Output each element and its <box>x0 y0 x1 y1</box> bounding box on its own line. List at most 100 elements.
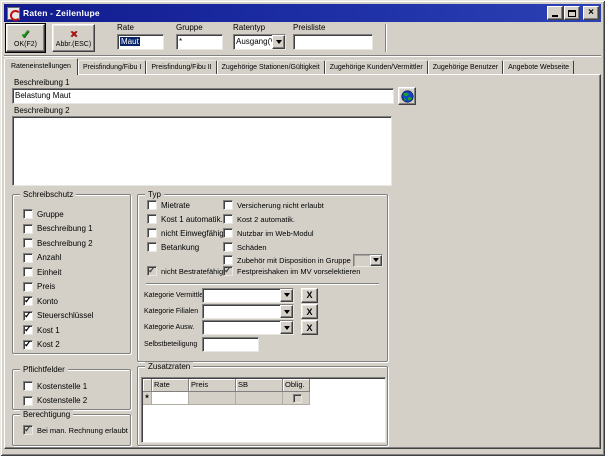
selbstbeteiligung-row: Selbstbeteiligung <box>144 336 382 353</box>
checkbox-row-zubehoer[interactable]: Zubehör mit Disposition in Gruppe <box>223 254 383 266</box>
checkbox-row-schaeden[interactable]: Schäden <box>223 240 383 254</box>
web-modul-checkbox[interactable] <box>223 228 233 238</box>
checkbox-row-konto[interactable]: Konto <box>23 294 130 309</box>
close-button[interactable]: × <box>583 6 599 20</box>
grid-cell-rate[interactable] <box>152 392 189 405</box>
versicherung-checkbox[interactable] <box>223 200 233 210</box>
checkbox-row-web-modul[interactable]: Nutzbar im Web-Modul <box>223 226 383 240</box>
checkbox-row-gruppe[interactable]: Gruppe <box>23 207 130 222</box>
beschreibung1-input[interactable]: Belastung Maut <box>12 88 394 104</box>
beschreibung2-checkbox[interactable] <box>23 238 33 248</box>
ratentyp-dropdown-button[interactable] <box>272 35 285 49</box>
chevron-down-icon <box>373 258 379 265</box>
checkbox-row-versicherung[interactable]: Versicherung nicht erlaubt <box>223 198 383 212</box>
checkbox-row-kost2[interactable]: Kost 2 <box>23 338 130 353</box>
zusatzraten-grid: Rate Preis SB Oblig. * <box>143 379 310 405</box>
checkbox-row-kostenstelle2[interactable]: Kostenstelle 2 <box>23 394 130 409</box>
grid-header-oblig: Oblig. <box>283 379 310 392</box>
checkbox-row-kost1-automatik[interactable]: Kost 1 automatik. <box>147 212 224 226</box>
tab-preisfindung-fibu-2[interactable]: Preisfindung/Fibu II <box>146 60 216 74</box>
tab-preisfindung-fibu-1[interactable]: Preisfindung/Fibu I <box>78 60 146 74</box>
kost1-checkbox[interactable] <box>23 325 33 335</box>
rate-input[interactable]: Maut <box>117 34 164 50</box>
globe-button[interactable] <box>398 87 416 105</box>
kategorie-vermittler-dropdown-button[interactable] <box>280 289 293 302</box>
cancel-button[interactable]: × Abbr.(ESC) <box>52 24 95 52</box>
checkbox-row-anzahl[interactable]: Anzahl <box>23 251 130 266</box>
kategorie-filialen-select[interactable] <box>202 304 294 319</box>
checkbox-row-mietrate[interactable]: Mietrate <box>147 198 224 212</box>
kategorie-ausw-label: Kategorie Ausw. <box>144 324 202 331</box>
checkbox-row-einheit[interactable]: Einheit <box>23 265 130 280</box>
typ-divider <box>146 283 379 285</box>
kategorie-filialen-dropdown-button[interactable] <box>280 305 293 318</box>
kostenstelle1-checkbox[interactable] <box>23 381 33 391</box>
checkbox-row-kost1[interactable]: Kost 1 <box>23 323 130 338</box>
kategorie-vermittler-clear-button[interactable]: X <box>301 288 318 303</box>
einheit-checkbox[interactable] <box>23 267 33 277</box>
checkbox-row-nicht-bestratefaehig[interactable]: nicht Bestratefähig <box>147 264 224 278</box>
kategorie-ausw-select[interactable] <box>202 320 294 335</box>
kategorie-vermittler-label: Kategorie Vermittler <box>144 292 202 299</box>
kost2-automatik-checkbox[interactable] <box>223 214 233 224</box>
zubehoer-checkbox[interactable] <box>223 255 233 265</box>
konto-checkbox[interactable] <box>23 296 33 306</box>
kost2-checkbox[interactable] <box>23 340 33 350</box>
checkbox-row-beschreibung1[interactable]: Beschreibung 1 <box>23 222 130 237</box>
schaeden-checkbox[interactable] <box>223 242 233 252</box>
checkbox-row-nicht-einwegfaehig[interactable]: nicht Einwegfähig <box>147 226 224 240</box>
tab-zugehoerige-kunden[interactable]: Zugehörige Kunden/Vermittler <box>325 60 428 74</box>
preis-checkbox[interactable] <box>23 282 33 292</box>
checkbox-row-kostenstelle1[interactable]: Kostenstelle 1 <box>23 379 130 394</box>
gruppe-input[interactable]: * <box>176 34 223 50</box>
selbstbeteiligung-input[interactable] <box>202 337 259 352</box>
kategorie-filialen-clear-button[interactable]: X <box>301 304 318 319</box>
checkbox-row-preis[interactable]: Preis <box>23 280 130 295</box>
maximize-button[interactable] <box>564 6 580 20</box>
ratentyp-field-label: Ratentyp <box>233 23 265 32</box>
ok-button[interactable]: ✓ OK(F2) <box>6 24 45 52</box>
ratentyp-select[interactable]: Ausgang(Ver <box>233 34 286 50</box>
kategorie-ausw-row: Kategorie Ausw. X <box>144 320 382 336</box>
zubehoer-gruppe-select[interactable] <box>353 254 383 267</box>
nicht-einwegfaehig-checkbox[interactable] <box>147 228 157 238</box>
checkbox-row-man-rechnung[interactable]: Bei man. Rechnung erlaubt <box>23 423 130 438</box>
app-icon[interactable] <box>7 7 20 20</box>
tab-zugehoerige-benutzer[interactable]: Zugehörige Benutzer <box>428 60 503 74</box>
beschreibung2-textarea[interactable] <box>12 116 392 186</box>
grid-cell-oblig[interactable] <box>283 392 310 405</box>
checkbox-row-beschreibung2[interactable]: Beschreibung 2 <box>23 236 130 251</box>
grid-cell-preis[interactable] <box>189 392 236 405</box>
tab-rateneinstellungen[interactable]: Rateneinstellungen <box>4 58 78 75</box>
kategorie-ausw-dropdown-button[interactable] <box>280 321 293 334</box>
tab-angebote-webseite[interactable]: Angebote Webseite <box>503 60 574 74</box>
checkbox-row-festpreishaken[interactable]: Festpreishaken im MV vorselektieren <box>223 264 383 278</box>
betankung-checkbox[interactable] <box>147 242 157 252</box>
mietrate-checkbox[interactable] <box>147 200 157 210</box>
tab-zugehoerige-stationen[interactable]: Zugehörige Stationen/Gültigkeit <box>217 60 325 74</box>
kost1-automatik-checkbox[interactable] <box>147 214 157 224</box>
berechtigung-groupbox: Berechtigung Bei man. Rechnung erlaubt <box>12 414 131 446</box>
beschreibung2-label: Beschreibung 2 <box>14 106 70 115</box>
close-icon: × <box>588 8 594 18</box>
gruppe-checkbox[interactable] <box>23 209 33 219</box>
kategorie-vermittler-select[interactable] <box>202 288 294 303</box>
title-bar[interactable]: Raten - Zeilenlupe × <box>4 4 601 22</box>
anzahl-checkbox[interactable] <box>23 253 33 263</box>
globe-icon <box>401 90 414 103</box>
oblig-checkbox[interactable] <box>293 394 302 403</box>
kategorie-ausw-clear-button[interactable]: X <box>301 320 318 335</box>
checkbox-row-kost2-automatik[interactable]: Kost 2 automatik. <box>223 212 383 226</box>
checkbox-row-steuerschluessel[interactable]: Steuerschlüssel <box>23 309 130 324</box>
beschreibung1-checkbox[interactable] <box>23 224 33 234</box>
zubehoer-gruppe-dropdown-button[interactable] <box>370 255 382 266</box>
zusatzraten-grid-area[interactable]: Rate Preis SB Oblig. * <box>141 377 386 443</box>
grid-row-marker: * <box>143 392 152 405</box>
kostenstelle2-checkbox[interactable] <box>23 396 33 406</box>
berechtigung-title: Berechtigung <box>20 410 73 419</box>
grid-cell-sb[interactable] <box>236 392 283 405</box>
preisliste-input[interactable] <box>293 34 373 50</box>
checkbox-row-betankung[interactable]: Betankung <box>147 240 224 254</box>
steuerschluessel-checkbox[interactable] <box>23 311 33 321</box>
minimize-button[interactable] <box>547 6 563 20</box>
